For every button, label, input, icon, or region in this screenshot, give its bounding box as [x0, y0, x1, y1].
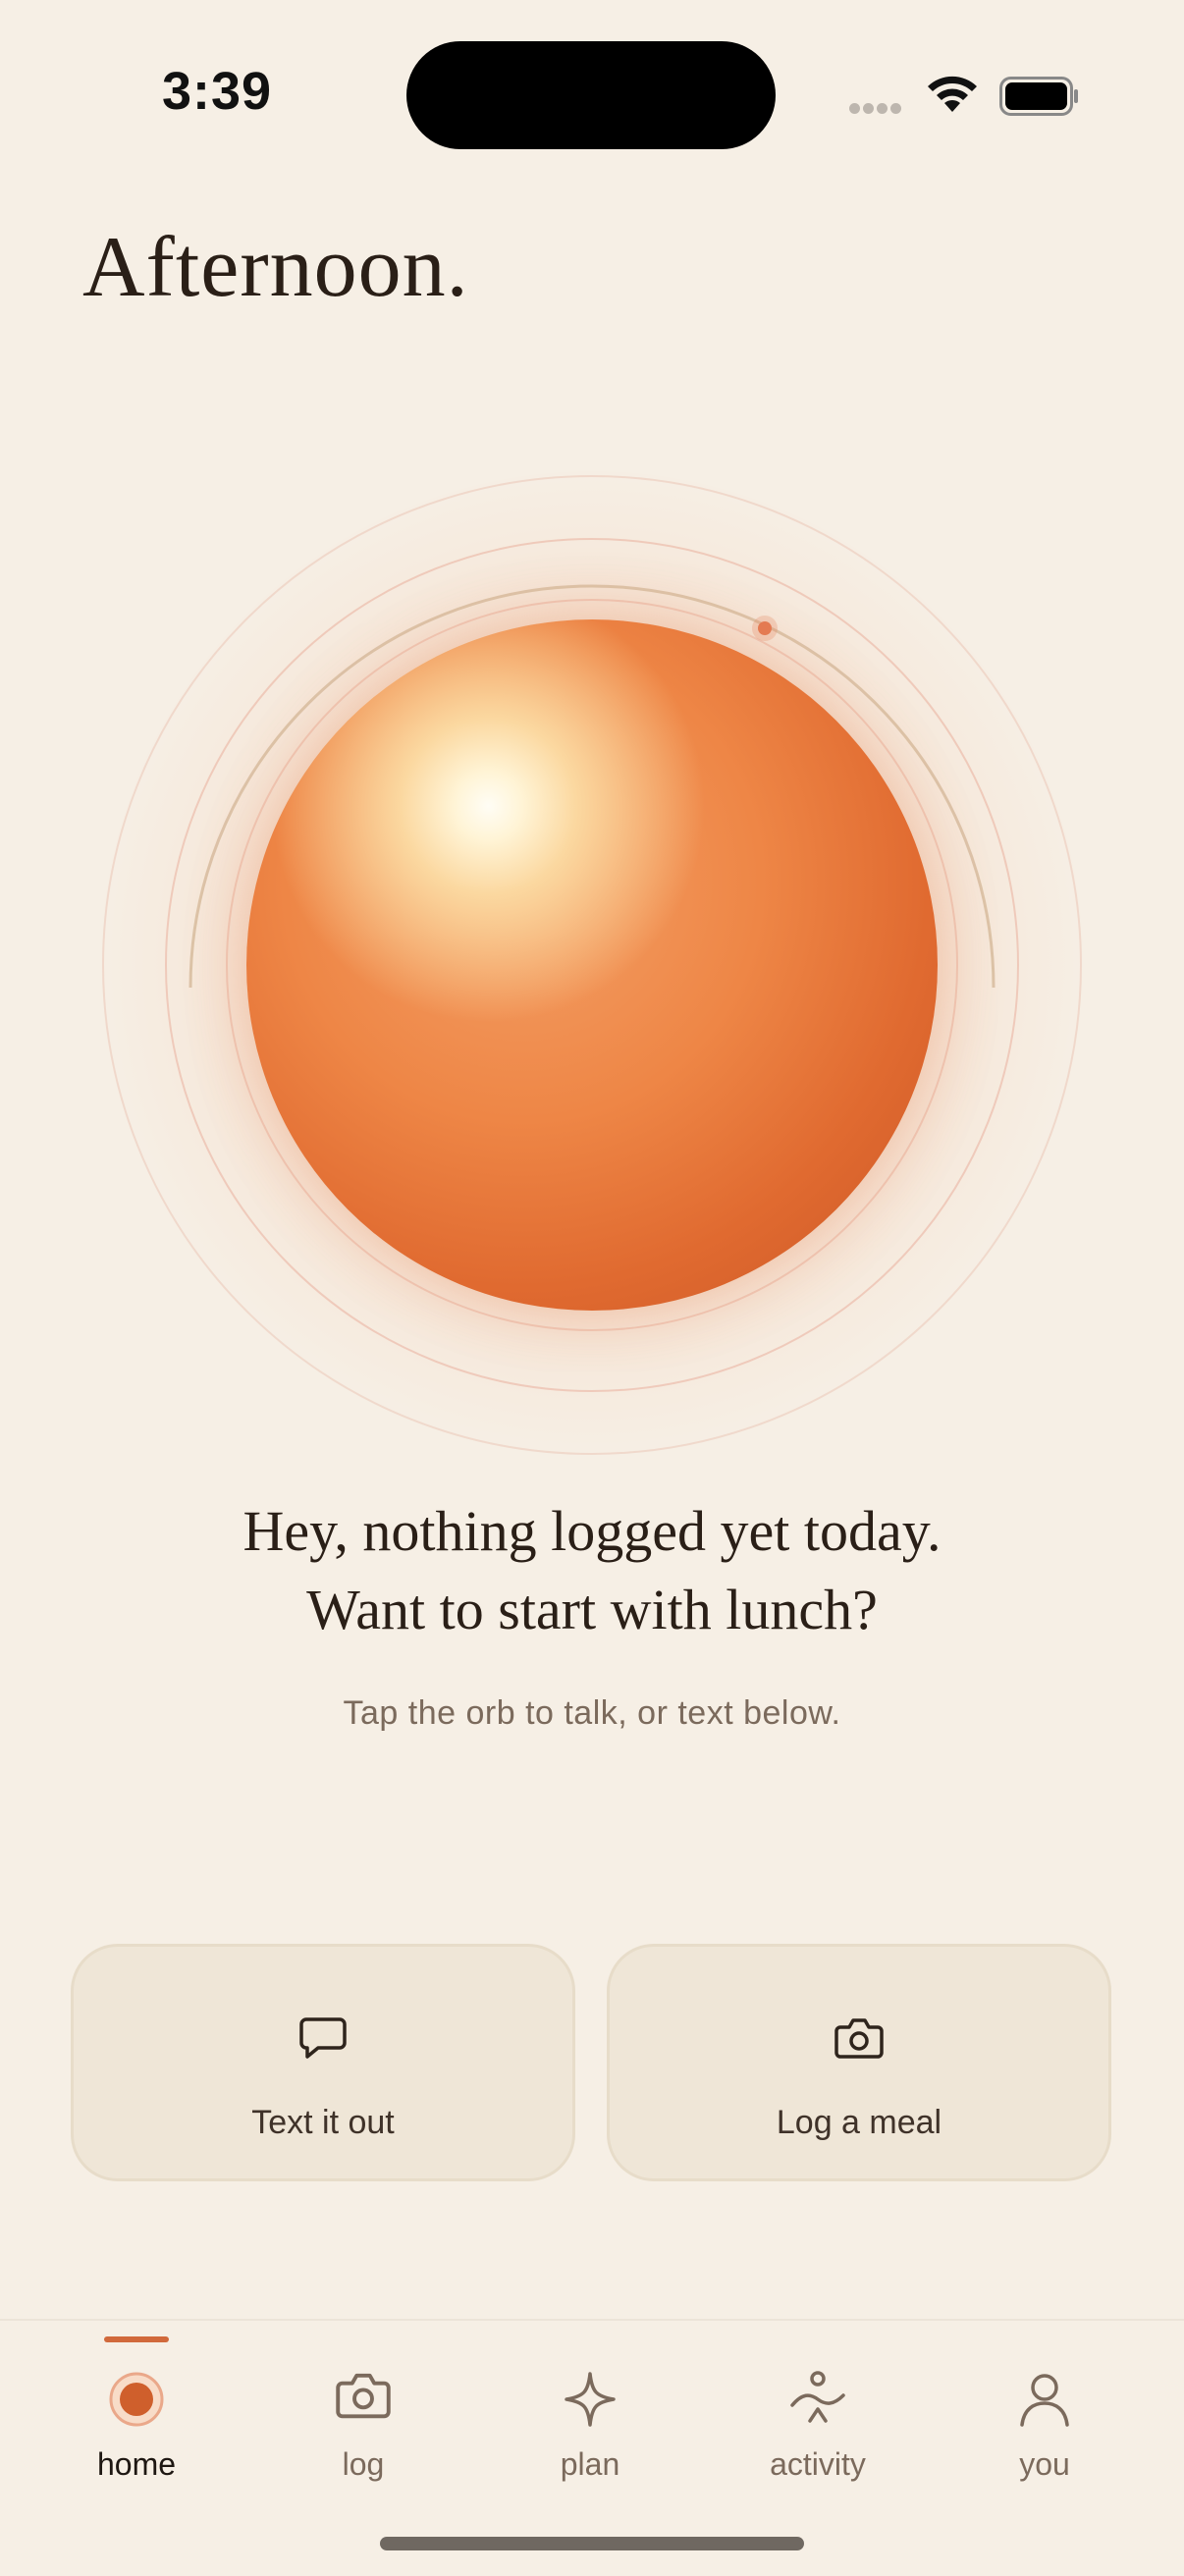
- assistant-prompt: Hey, nothing logged yet today. Want to s…: [0, 1492, 1184, 1649]
- voice-orb-button[interactable]: [246, 619, 938, 1311]
- greeting-title: Afternoon.: [82, 220, 469, 315]
- orb-indicator-dot: [758, 621, 772, 635]
- log-a-meal-button[interactable]: Log a meal: [607, 1944, 1111, 2181]
- tab-activity[interactable]: activity: [720, 2321, 916, 2517]
- sparkle-icon: [565, 2372, 616, 2427]
- hint-text: Tap the orb to talk, or text below.: [343, 1694, 841, 1732]
- tab-activity-label: activity: [770, 2446, 866, 2482]
- prompt-line-1: Hey, nothing logged yet today.: [242, 1499, 942, 1563]
- camera-icon: [336, 2373, 391, 2419]
- tab-home-label: home: [96, 2446, 177, 2482]
- voice-orb-area: [0, 373, 1184, 1600]
- tab-home[interactable]: home: [38, 2321, 235, 2517]
- tab-plan-label: plan: [560, 2446, 620, 2482]
- text-it-out-label: Text it out: [251, 2104, 395, 2141]
- wifi-icon: [928, 76, 977, 112]
- prompt-line-2: Want to start with lunch?: [306, 1578, 878, 1641]
- tab-plan[interactable]: plan: [492, 2321, 688, 2517]
- status-bar: 3:39: [0, 0, 1184, 196]
- home-indicator[interactable]: [380, 2537, 804, 2550]
- tab-you[interactable]: you: [946, 2321, 1143, 2517]
- tab-log-label: log: [342, 2446, 385, 2482]
- text-it-out-button[interactable]: Text it out: [71, 1944, 575, 2181]
- dynamic-island: [406, 41, 776, 149]
- person-icon: [1020, 2374, 1069, 2427]
- log-a-meal-label: Log a meal: [776, 2104, 942, 2141]
- status-time: 3:39: [162, 62, 273, 121]
- chat-bubble-icon: [299, 2017, 347, 2059]
- battery-icon: [999, 77, 1078, 116]
- camera-icon: [834, 2018, 884, 2059]
- orb-icon: [109, 2372, 164, 2427]
- activity-icon: [790, 2371, 845, 2423]
- tab-you-label: you: [1019, 2446, 1070, 2482]
- tab-log[interactable]: log: [265, 2321, 461, 2517]
- cellular-dots-icon: [849, 101, 904, 119]
- active-tab-indicator: [104, 2336, 169, 2342]
